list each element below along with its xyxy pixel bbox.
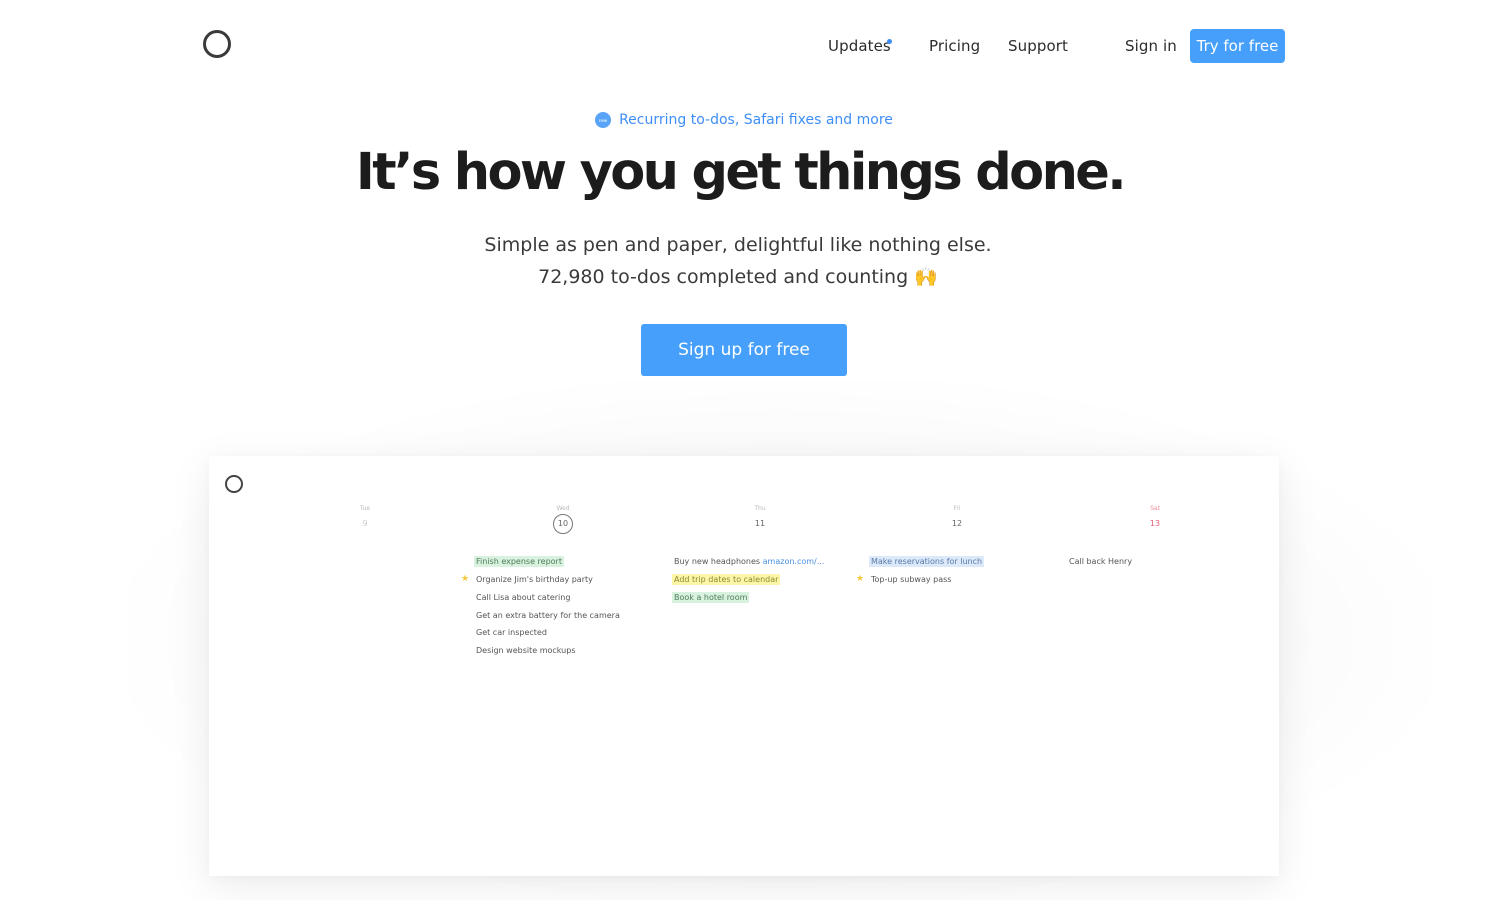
day-name: Fri (953, 505, 961, 512)
page-headline: It’s how you get things done. (355, 143, 1127, 202)
announcement-link[interactable]: Recurring to-dos, Safari fixes and more (619, 112, 893, 128)
try-for-free-button[interactable]: Try for free (1190, 29, 1285, 63)
app-preview: Tue 9 Wed 10 Thu 11 Fri 12 Sat 13 Finish… (209, 456, 1279, 876)
day-column-header-wed: Wed 10 (533, 504, 593, 534)
day-number: 9 (362, 519, 368, 528)
todo-item: Get car inspected (476, 628, 547, 637)
day-name: Thu (754, 505, 766, 512)
updates-indicator-dot (887, 39, 892, 44)
todo-text: Buy new headphones (674, 557, 761, 566)
day-number: 13 (1149, 519, 1161, 528)
todo-item: Design website mockups (476, 646, 576, 655)
todo-item: Call back Henry (1069, 557, 1133, 566)
todo-item: Finish expense report (474, 556, 564, 567)
todo-item: Top-up subway pass (871, 575, 952, 584)
raised-hands-icon: 🙌 (914, 266, 938, 288)
star-icon: ★ (461, 574, 470, 584)
hero-subline-1: Simple as pen and paper, delightful like… (484, 234, 992, 256)
day-number: 11 (754, 519, 766, 528)
nav-sign-in[interactable]: Sign in (1125, 37, 1177, 55)
day-column-header-tue: Tue 9 (335, 504, 395, 530)
day-column-header-fri: Fri 12 (927, 504, 987, 530)
todo-item: Organize Jim's birthday party (476, 575, 593, 584)
sign-up-button[interactable]: Sign up for free (641, 324, 847, 376)
todo-item: Call Lisa about catering (476, 593, 571, 602)
todo-counter-text: 72,980 to-dos completed and counting (538, 266, 909, 288)
nav-pricing[interactable]: Pricing (929, 37, 980, 55)
todo-item: Get an extra battery for the camera (476, 611, 620, 620)
day-number-today: 10 (553, 514, 573, 534)
todo-link: amazon.com/... (762, 557, 825, 566)
todo-item: Buy new headphones amazon.com/... (672, 556, 826, 567)
todo-item: Make reservations for lunch (869, 556, 985, 567)
todo-item: Book a hotel room (672, 592, 750, 603)
day-name: Wed (556, 505, 570, 512)
day-number: 12 (951, 519, 963, 528)
logo-icon[interactable] (203, 30, 231, 58)
new-badge-icon: new (595, 112, 612, 128)
day-column-header-sat: Sat 13 (1125, 504, 1185, 530)
day-name: Sat (1150, 505, 1160, 512)
preview-logo-icon (225, 475, 243, 493)
nav-support[interactable]: Support (1008, 37, 1068, 55)
nav-updates[interactable]: Updates (828, 37, 891, 55)
day-name: Tue (359, 505, 371, 512)
day-column-header-thu: Thu 11 (730, 504, 790, 530)
star-icon: ★ (856, 574, 865, 584)
todo-item: Add trip dates to calendar (672, 574, 781, 585)
announcement-banner[interactable]: new Recurring to-dos, Safari fixes and m… (0, 112, 1500, 128)
hero-subline-2: 72,980 to-dos completed and counting 🙌 (0, 265, 1488, 288)
